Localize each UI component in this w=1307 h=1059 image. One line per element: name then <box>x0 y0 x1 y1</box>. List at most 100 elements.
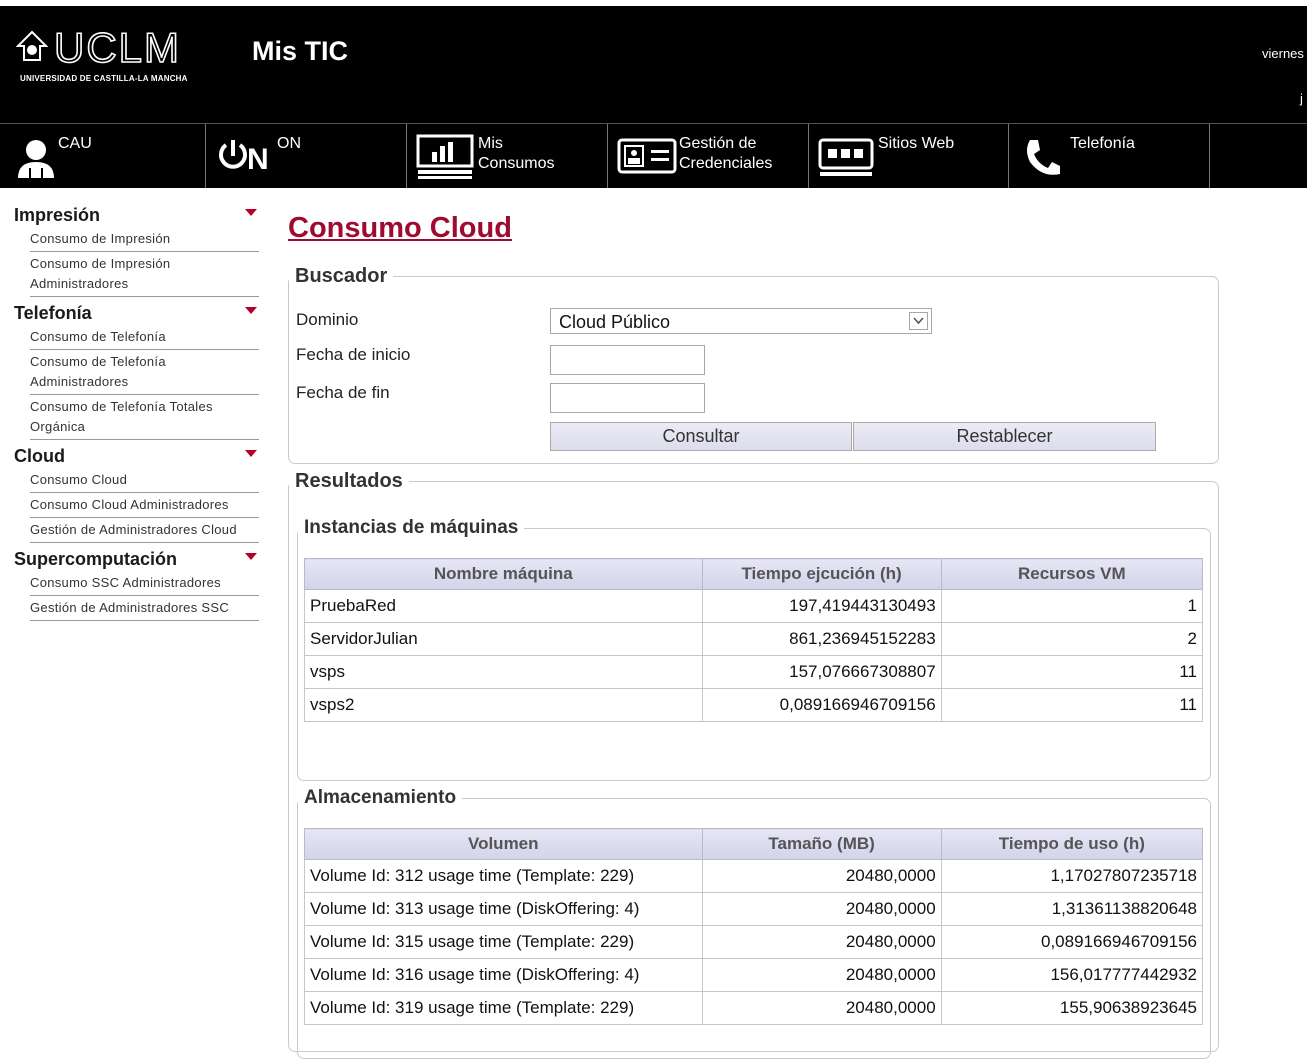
sidebar-item-consumo-telefonia[interactable]: Consumo de Telefonía <box>30 325 259 350</box>
nav-label-mis-consumos: Mis Consumos <box>478 135 555 172</box>
resultados-legend: Resultados <box>295 470 403 492</box>
sidebar-item-consumo-impresion-admin[interactable]: Consumo de Impresión Administradores <box>30 252 259 297</box>
sidebar-item-gestion-admin-ssc[interactable]: Gestión de Administradores SSC <box>30 596 259 621</box>
instancias-table: Nombre máquina Tiempo ejcución (h) Recur… <box>304 558 1204 722</box>
table-cell: 155,90638923645 <box>940 991 1204 1025</box>
dominio-select[interactable]: Cloud Público <box>550 308 932 334</box>
sidebar-item-consumo-ssc-admin[interactable]: Consumo SSC Administradores <box>30 571 259 596</box>
uclm-emblem-icon <box>15 30 49 61</box>
consultar-button[interactable]: Consultar <box>550 422 852 451</box>
page-title: Consumo Cloud <box>288 212 512 244</box>
table-cell: Volume Id: 316 usage time (DiskOffering:… <box>304 958 703 992</box>
sidebar-section-telefonia[interactable]: Telefonía <box>14 301 259 325</box>
nav-item-sitios-web[interactable]: Sitios Web <box>808 124 1009 188</box>
column-header[interactable]: Nombre máquina <box>304 558 703 590</box>
table-row: vsps2 0,089166946709156 11 <box>304 688 1204 722</box>
sidebar-section-impresion[interactable]: Impresión <box>14 203 259 227</box>
svg-text:N: N <box>247 143 269 176</box>
table-header-row: Volumen Tamaño (MB) Tiempo de uso (h) <box>304 828 1204 860</box>
instancias-legend: Instancias de máquinas <box>304 517 519 538</box>
header: UCLM UNIVERSIDAD DE CASTILLA-LA MANCHA M… <box>0 6 1307 123</box>
phone-icon <box>1027 140 1060 175</box>
table-cell: ServidorJulian <box>304 622 703 656</box>
almacenamiento-table: Volumen Tamaño (MB) Tiempo de uso (h) Vo… <box>304 828 1204 1025</box>
dominio-selected-value: Cloud Público <box>559 312 671 332</box>
nav-item-cau[interactable]: CAU <box>0 124 206 188</box>
sidebar-section-title: Supercomputación <box>14 549 178 569</box>
sidebar-item-gestion-admin-cloud[interactable]: Gestión de Administradores Cloud <box>30 518 259 543</box>
nav-label-gestion-credenciales: Gestión de Credenciales <box>679 135 773 172</box>
table-cell: 20480,0000 <box>701 991 942 1025</box>
collapse-triangle-icon[interactable] <box>245 450 257 457</box>
bar-chart-icon <box>416 134 474 179</box>
column-header[interactable]: Recursos VM <box>940 558 1204 590</box>
sidebar-item-consumo-impresion[interactable]: Consumo de Impresión <box>30 227 259 252</box>
table-row: Volume Id: 319 usage time (Template: 229… <box>304 991 1204 1025</box>
table-row: ServidorJulian 861,236945152283 2 <box>304 622 1204 656</box>
table-cell: 157,076667308807 <box>701 655 942 689</box>
sidebar-section-supercomputacion[interactable]: Supercomputación <box>14 547 259 571</box>
table-cell: 0,089166946709156 <box>940 925 1204 959</box>
restablecer-button[interactable]: Restablecer <box>853 422 1156 451</box>
dropdown-arrow-button[interactable] <box>909 312 928 330</box>
web-grid-icon <box>818 138 874 176</box>
buscador-legend: Buscador <box>295 265 388 287</box>
logo-text: UCLM <box>53 24 182 71</box>
table-cell: Volume Id: 313 usage time (DiskOffering:… <box>304 892 703 926</box>
main-nav: CAU N ON Mis Consumos Gestión de Credenc… <box>0 123 1307 188</box>
sidebar-section-cloud[interactable]: Cloud <box>14 444 259 468</box>
table-cell: 20480,0000 <box>701 925 942 959</box>
collapse-triangle-icon[interactable] <box>245 307 257 314</box>
power-on-icon: N <box>219 140 269 176</box>
fecha-inicio-label: Fecha de inicio <box>296 345 411 364</box>
nav-item-mis-consumos[interactable]: Mis Consumos <box>406 124 608 188</box>
id-card-icon <box>617 138 677 174</box>
column-header[interactable]: Volumen <box>304 828 703 860</box>
table-cell: 20480,0000 <box>701 892 942 926</box>
table-row: Volume Id: 315 usage time (Template: 229… <box>304 925 1204 959</box>
column-header[interactable]: Tiempo de uso (h) <box>940 828 1204 860</box>
logo-subtitle: UNIVERSIDAD DE CASTILLA-LA MANCHA <box>20 74 188 83</box>
column-header[interactable]: Tiempo ejcución (h) <box>701 558 942 590</box>
table-cell: 0,089166946709156 <box>701 688 942 722</box>
table-cell: vsps <box>304 655 703 689</box>
fecha-inicio-input[interactable] <box>550 345 705 375</box>
sidebar-item-consumo-cloud[interactable]: Consumo Cloud <box>30 468 259 493</box>
fecha-fin-label: Fecha de fin <box>296 383 390 402</box>
chevron-down-icon <box>913 317 924 325</box>
nav-label-on: ON <box>277 135 301 152</box>
collapse-triangle-icon[interactable] <box>245 209 257 216</box>
dominio-label: Dominio <box>296 310 359 329</box>
table-cell: PruebaRed <box>304 589 703 623</box>
sidebar: Impresión Consumo de Impresión Consumo d… <box>14 203 259 621</box>
table-cell: Volume Id: 319 usage time (Template: 229… <box>304 991 703 1025</box>
table-cell: 861,236945152283 <box>701 622 942 656</box>
sidebar-section-title: Telefonía <box>14 303 92 323</box>
table-cell: 11 <box>940 655 1204 689</box>
sidebar-item-consumo-telefonia-totales[interactable]: Consumo de Telefonía Totales Orgánica <box>30 395 259 440</box>
collapse-triangle-icon[interactable] <box>245 553 257 560</box>
nav-item-on[interactable]: N ON <box>205 124 407 188</box>
table-cell: Volume Id: 315 usage time (Template: 229… <box>304 925 703 959</box>
table-cell: 1,31361138820648 <box>940 892 1204 926</box>
uclm-logo[interactable]: UCLM UNIVERSIDAD DE CASTILLA-LA MANCHA <box>14 24 244 94</box>
table-row: Volume Id: 313 usage time (DiskOffering:… <box>304 892 1204 926</box>
nav-item-gestion-credenciales[interactable]: Gestión de Credenciales <box>607 124 809 188</box>
sidebar-item-consumo-telefonia-admin[interactable]: Consumo de Telefonía Administradores <box>30 350 259 395</box>
person-icon <box>18 140 54 178</box>
table-row: PruebaRed 197,419443130493 1 <box>304 589 1204 623</box>
user-text: j <box>1300 91 1303 106</box>
table-cell: 20480,0000 <box>701 859 942 893</box>
nav-item-telefonia[interactable]: Telefonía <box>1008 124 1210 188</box>
column-header[interactable]: Tamaño (MB) <box>701 828 942 860</box>
table-cell: 2 <box>940 622 1204 656</box>
app-title: Mis TIC <box>252 36 349 66</box>
sidebar-item-consumo-cloud-admin[interactable]: Consumo Cloud Administradores <box>30 493 259 518</box>
table-cell: 20480,0000 <box>701 958 942 992</box>
table-cell: Volume Id: 312 usage time (Template: 229… <box>304 859 703 893</box>
table-cell: 1,17027807235718 <box>940 859 1204 893</box>
table-row: Volume Id: 312 usage time (Template: 229… <box>304 859 1204 893</box>
table-row: vsps 157,076667308807 11 <box>304 655 1204 689</box>
almacenamiento-legend: Almacenamiento <box>304 787 457 808</box>
fecha-fin-input[interactable] <box>550 383 705 413</box>
